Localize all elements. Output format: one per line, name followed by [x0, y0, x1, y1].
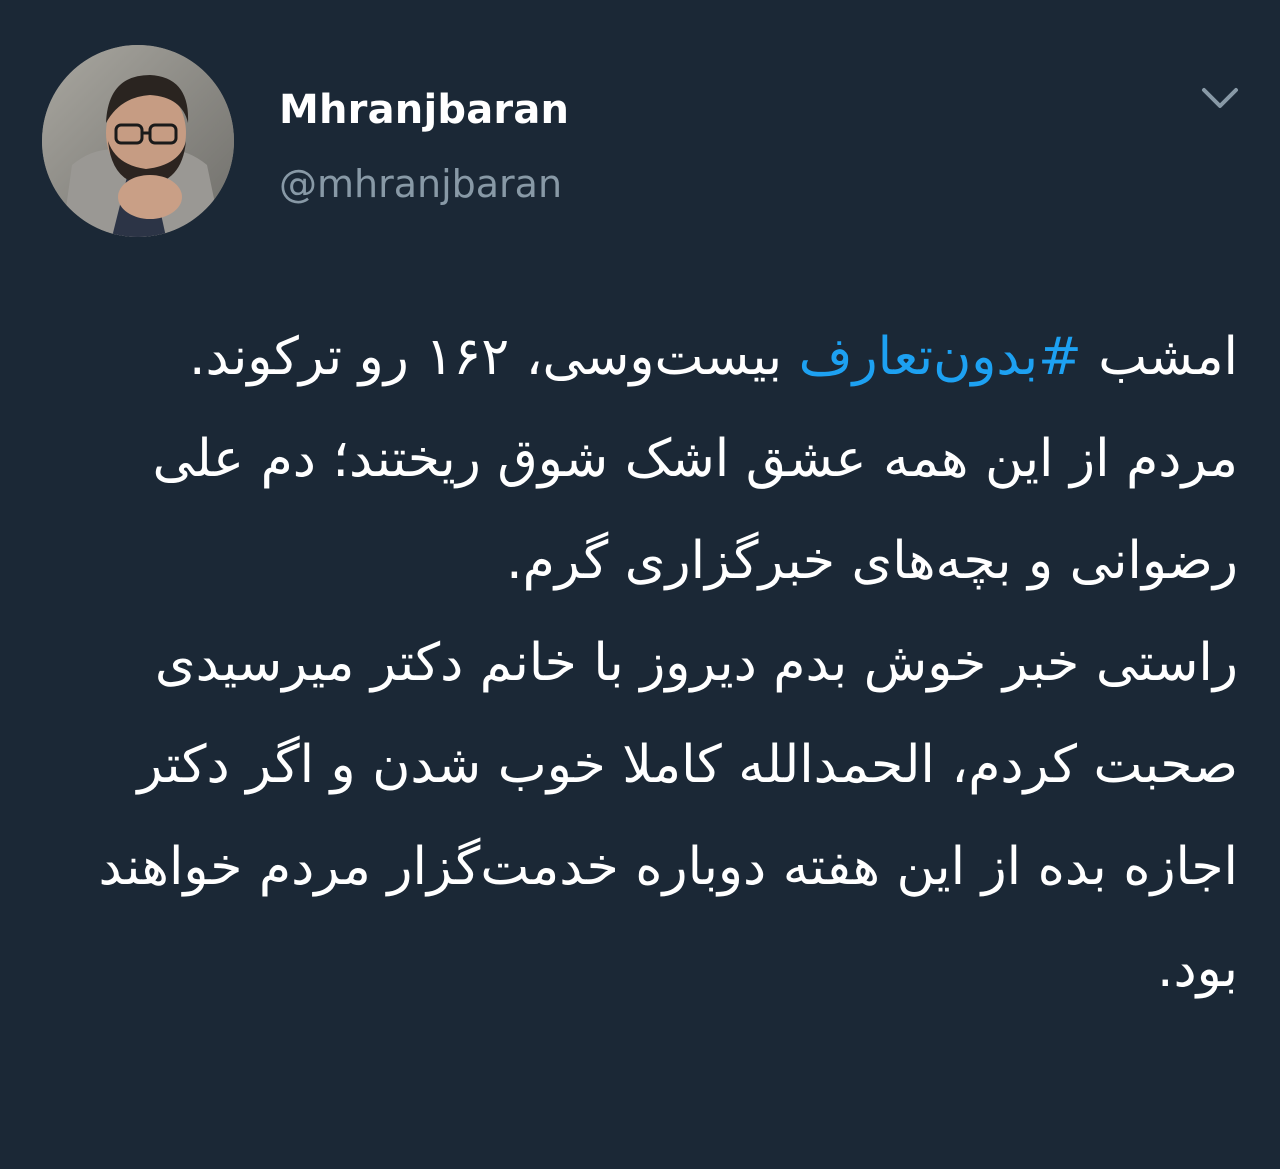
avatar[interactable] — [42, 45, 234, 237]
tweet-text-prefix: امشب — [1081, 327, 1238, 387]
tweet-text-suffix: بیست‌وسی، ۱۶۲ رو ترکوند. — [189, 327, 799, 387]
avatar-image — [42, 45, 234, 237]
tweet-text: امشب #بدون‌تعارف بیست‌وسی، ۱۶۲ رو ترکوند… — [60, 306, 1238, 1020]
tweet-card: Mhranjbaran @mhranjbaran امشب #بدون‌تعار… — [0, 0, 1280, 1169]
hashtag-link[interactable]: #بدون‌تعارف — [799, 327, 1082, 387]
display-name[interactable]: Mhranjbaran — [279, 86, 569, 134]
user-handle[interactable]: @mhranjbaran — [279, 162, 562, 206]
tweet-text-rest: مردم از این همه عشق اشک شوق ریختند؛ دم ع… — [98, 429, 1238, 999]
chevron-down-icon[interactable] — [1192, 80, 1248, 120]
tweet-paragraph: امشب #بدون‌تعارف بیست‌وسی، ۱۶۲ رو ترکوند… — [60, 306, 1238, 1020]
